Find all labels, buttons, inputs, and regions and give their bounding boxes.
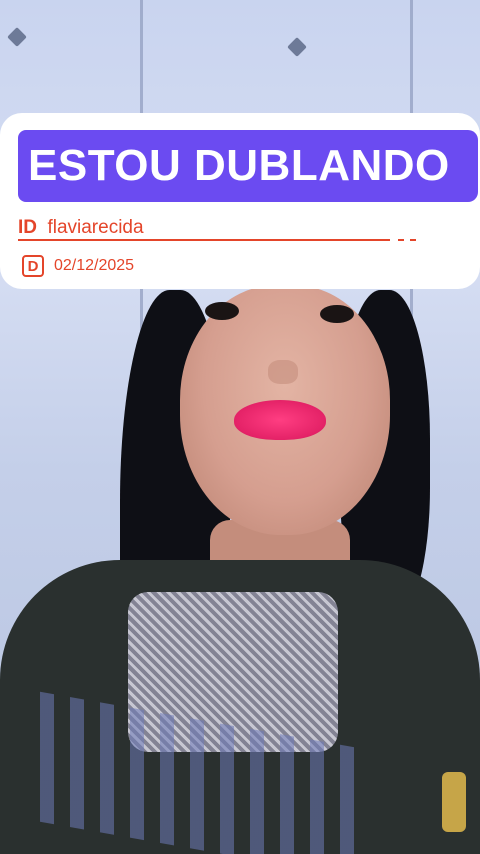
id-username: flaviarecida <box>47 217 144 238</box>
cabinet-knob-left <box>7 27 27 47</box>
nose <box>268 360 298 384</box>
id-prefix: ID <box>18 217 37 238</box>
date-badge-icon: D <box>22 255 44 277</box>
date-row: D 02/12/2025 <box>22 252 134 280</box>
id-dash-2 <box>410 239 416 241</box>
bow-decoration <box>442 772 466 832</box>
date-text: 02/12/2025 <box>54 257 135 274</box>
banner-text: ESTOU DUBLANDO <box>28 141 450 190</box>
cabinet-knob-right <box>287 37 307 57</box>
eye-left <box>205 302 239 320</box>
eye-right <box>320 305 354 323</box>
lips <box>234 400 326 440</box>
title-banner: ESTOU DUBLANDO <box>18 130 478 202</box>
id-dash-1 <box>398 239 404 241</box>
id-underline <box>18 239 390 241</box>
user-id-row: ID flaviarecida <box>18 217 418 243</box>
